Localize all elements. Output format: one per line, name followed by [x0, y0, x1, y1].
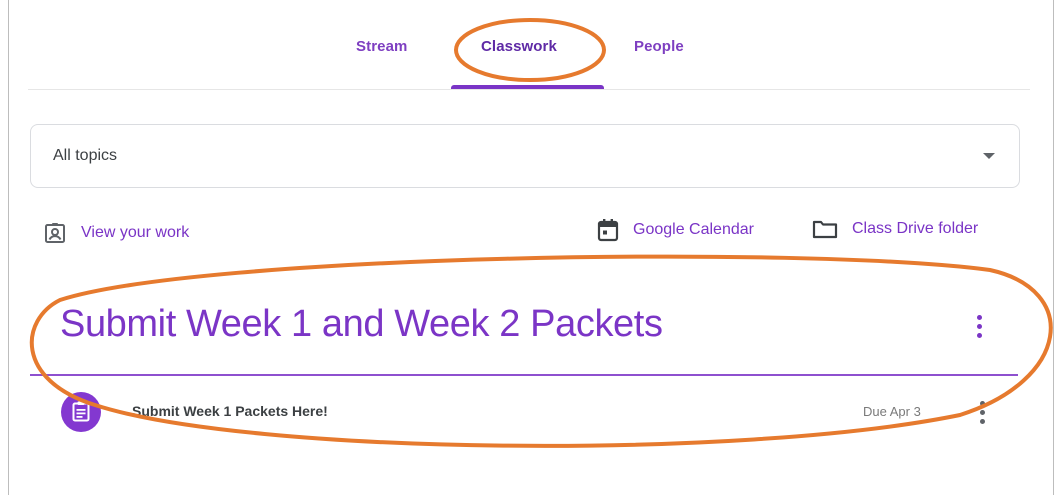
tabs-divider — [28, 89, 1030, 90]
assignment-title: Submit Week 1 Packets Here! — [132, 403, 328, 419]
topic-filter-select[interactable]: All topics — [30, 124, 1020, 188]
class-drive-folder-label: Class Drive folder — [852, 220, 979, 237]
tab-stream[interactable]: Stream — [356, 38, 407, 55]
view-your-work-link[interactable]: View your work — [44, 222, 189, 244]
assignment-ind-icon — [45, 223, 65, 243]
calendar-icon — [597, 219, 619, 242]
view-your-work-label: View your work — [81, 224, 190, 241]
folder-icon — [812, 220, 838, 239]
google-calendar-label: Google Calendar — [633, 221, 754, 238]
topic-more-vert-icon[interactable] — [972, 314, 988, 340]
tab-people[interactable]: People — [634, 38, 684, 55]
topic-title: Submit Week 1 and Week 2 Packets — [60, 303, 663, 345]
google-calendar-link[interactable]: Google Calendar — [597, 218, 754, 242]
tab-classwork[interactable]: Classwork — [481, 38, 557, 55]
class-drive-folder-link[interactable]: Class Drive folder — [812, 219, 978, 239]
assignment-row[interactable]: Submit Week 1 Packets Here! Due Apr 3 — [30, 386, 1020, 442]
assignment-due-date: Due Apr 3 — [863, 404, 921, 419]
topic-divider — [30, 374, 1018, 376]
assignment-icon — [61, 392, 101, 432]
assignment-more-vert-icon[interactable] — [975, 400, 991, 426]
class-tabs: Stream Classwork People — [0, 0, 1058, 90]
topic-filter-value: All topics — [53, 147, 118, 164]
dropdown-caret-icon — [983, 153, 995, 159]
